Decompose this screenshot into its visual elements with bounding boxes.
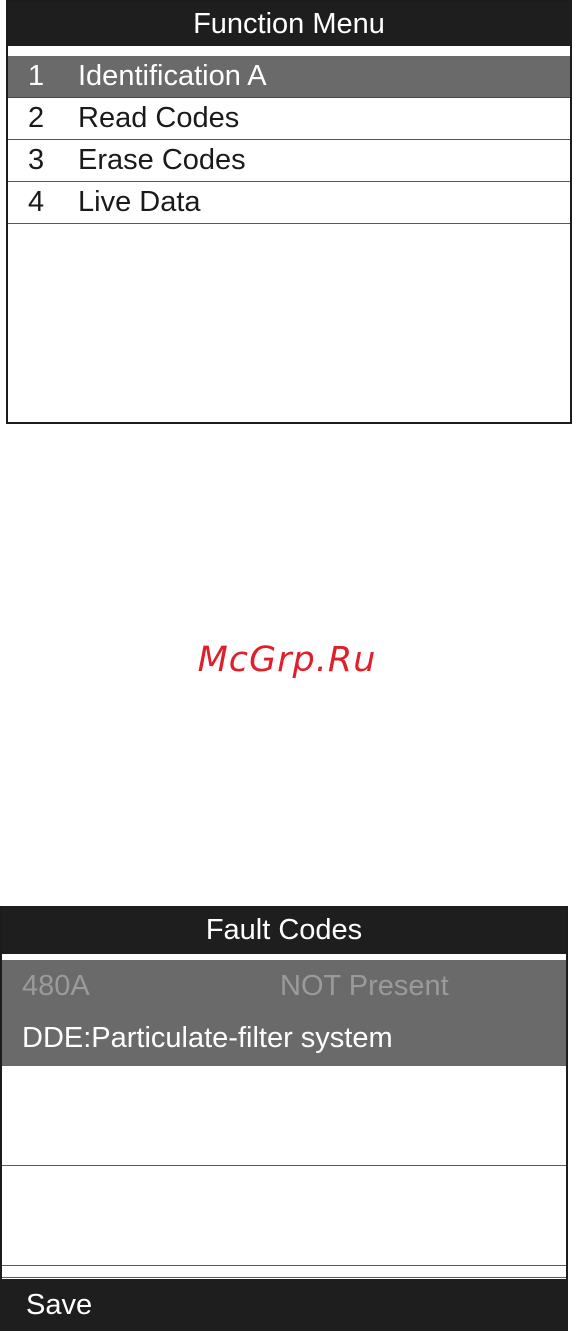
fault-code-status: NOT Present: [280, 970, 449, 1002]
fault-code-description: DDE:Particulate-filter system: [22, 1022, 393, 1054]
menu-item-number: 1: [28, 60, 45, 92]
fault-code-id: 480A: [22, 970, 90, 1002]
fault-code-row[interactable]: 480A NOT Present DDE:Particulate-filter …: [2, 960, 566, 1066]
fault-codes-title: Fault Codes: [2, 906, 566, 954]
empty-list-row: [2, 1166, 566, 1266]
menu-item-number: 4: [28, 186, 45, 218]
title-gap: [8, 46, 570, 56]
menu-item-number: 3: [28, 144, 45, 176]
menu-item-label: Live Data: [78, 186, 201, 218]
menu-item-identification[interactable]: 1 Identification A: [8, 56, 570, 98]
menu-item-erase-codes[interactable]: 3 Erase Codes: [8, 140, 570, 182]
menu-item-live-data[interactable]: 4 Live Data: [8, 182, 570, 224]
empty-list-row: [2, 1066, 566, 1166]
function-menu-title: Function Menu: [8, 2, 570, 46]
menu-item-label: Read Codes: [78, 102, 240, 134]
menu-item-label: Identification A: [78, 60, 267, 92]
save-button[interactable]: Save: [0, 1279, 568, 1331]
menu-item-number: 2: [28, 102, 45, 134]
watermark-text: McGrp.Ru: [197, 640, 377, 680]
fault-codes-screen: Fault Codes 480A NOT Present DDE:Particu…: [0, 906, 568, 1331]
function-menu-screen: Function Menu 1 Identification A 2 Read …: [6, 0, 572, 424]
menu-item-label: Erase Codes: [78, 144, 246, 176]
empty-list-row: [2, 1266, 566, 1278]
menu-item-read-codes[interactable]: 2 Read Codes: [8, 98, 570, 140]
